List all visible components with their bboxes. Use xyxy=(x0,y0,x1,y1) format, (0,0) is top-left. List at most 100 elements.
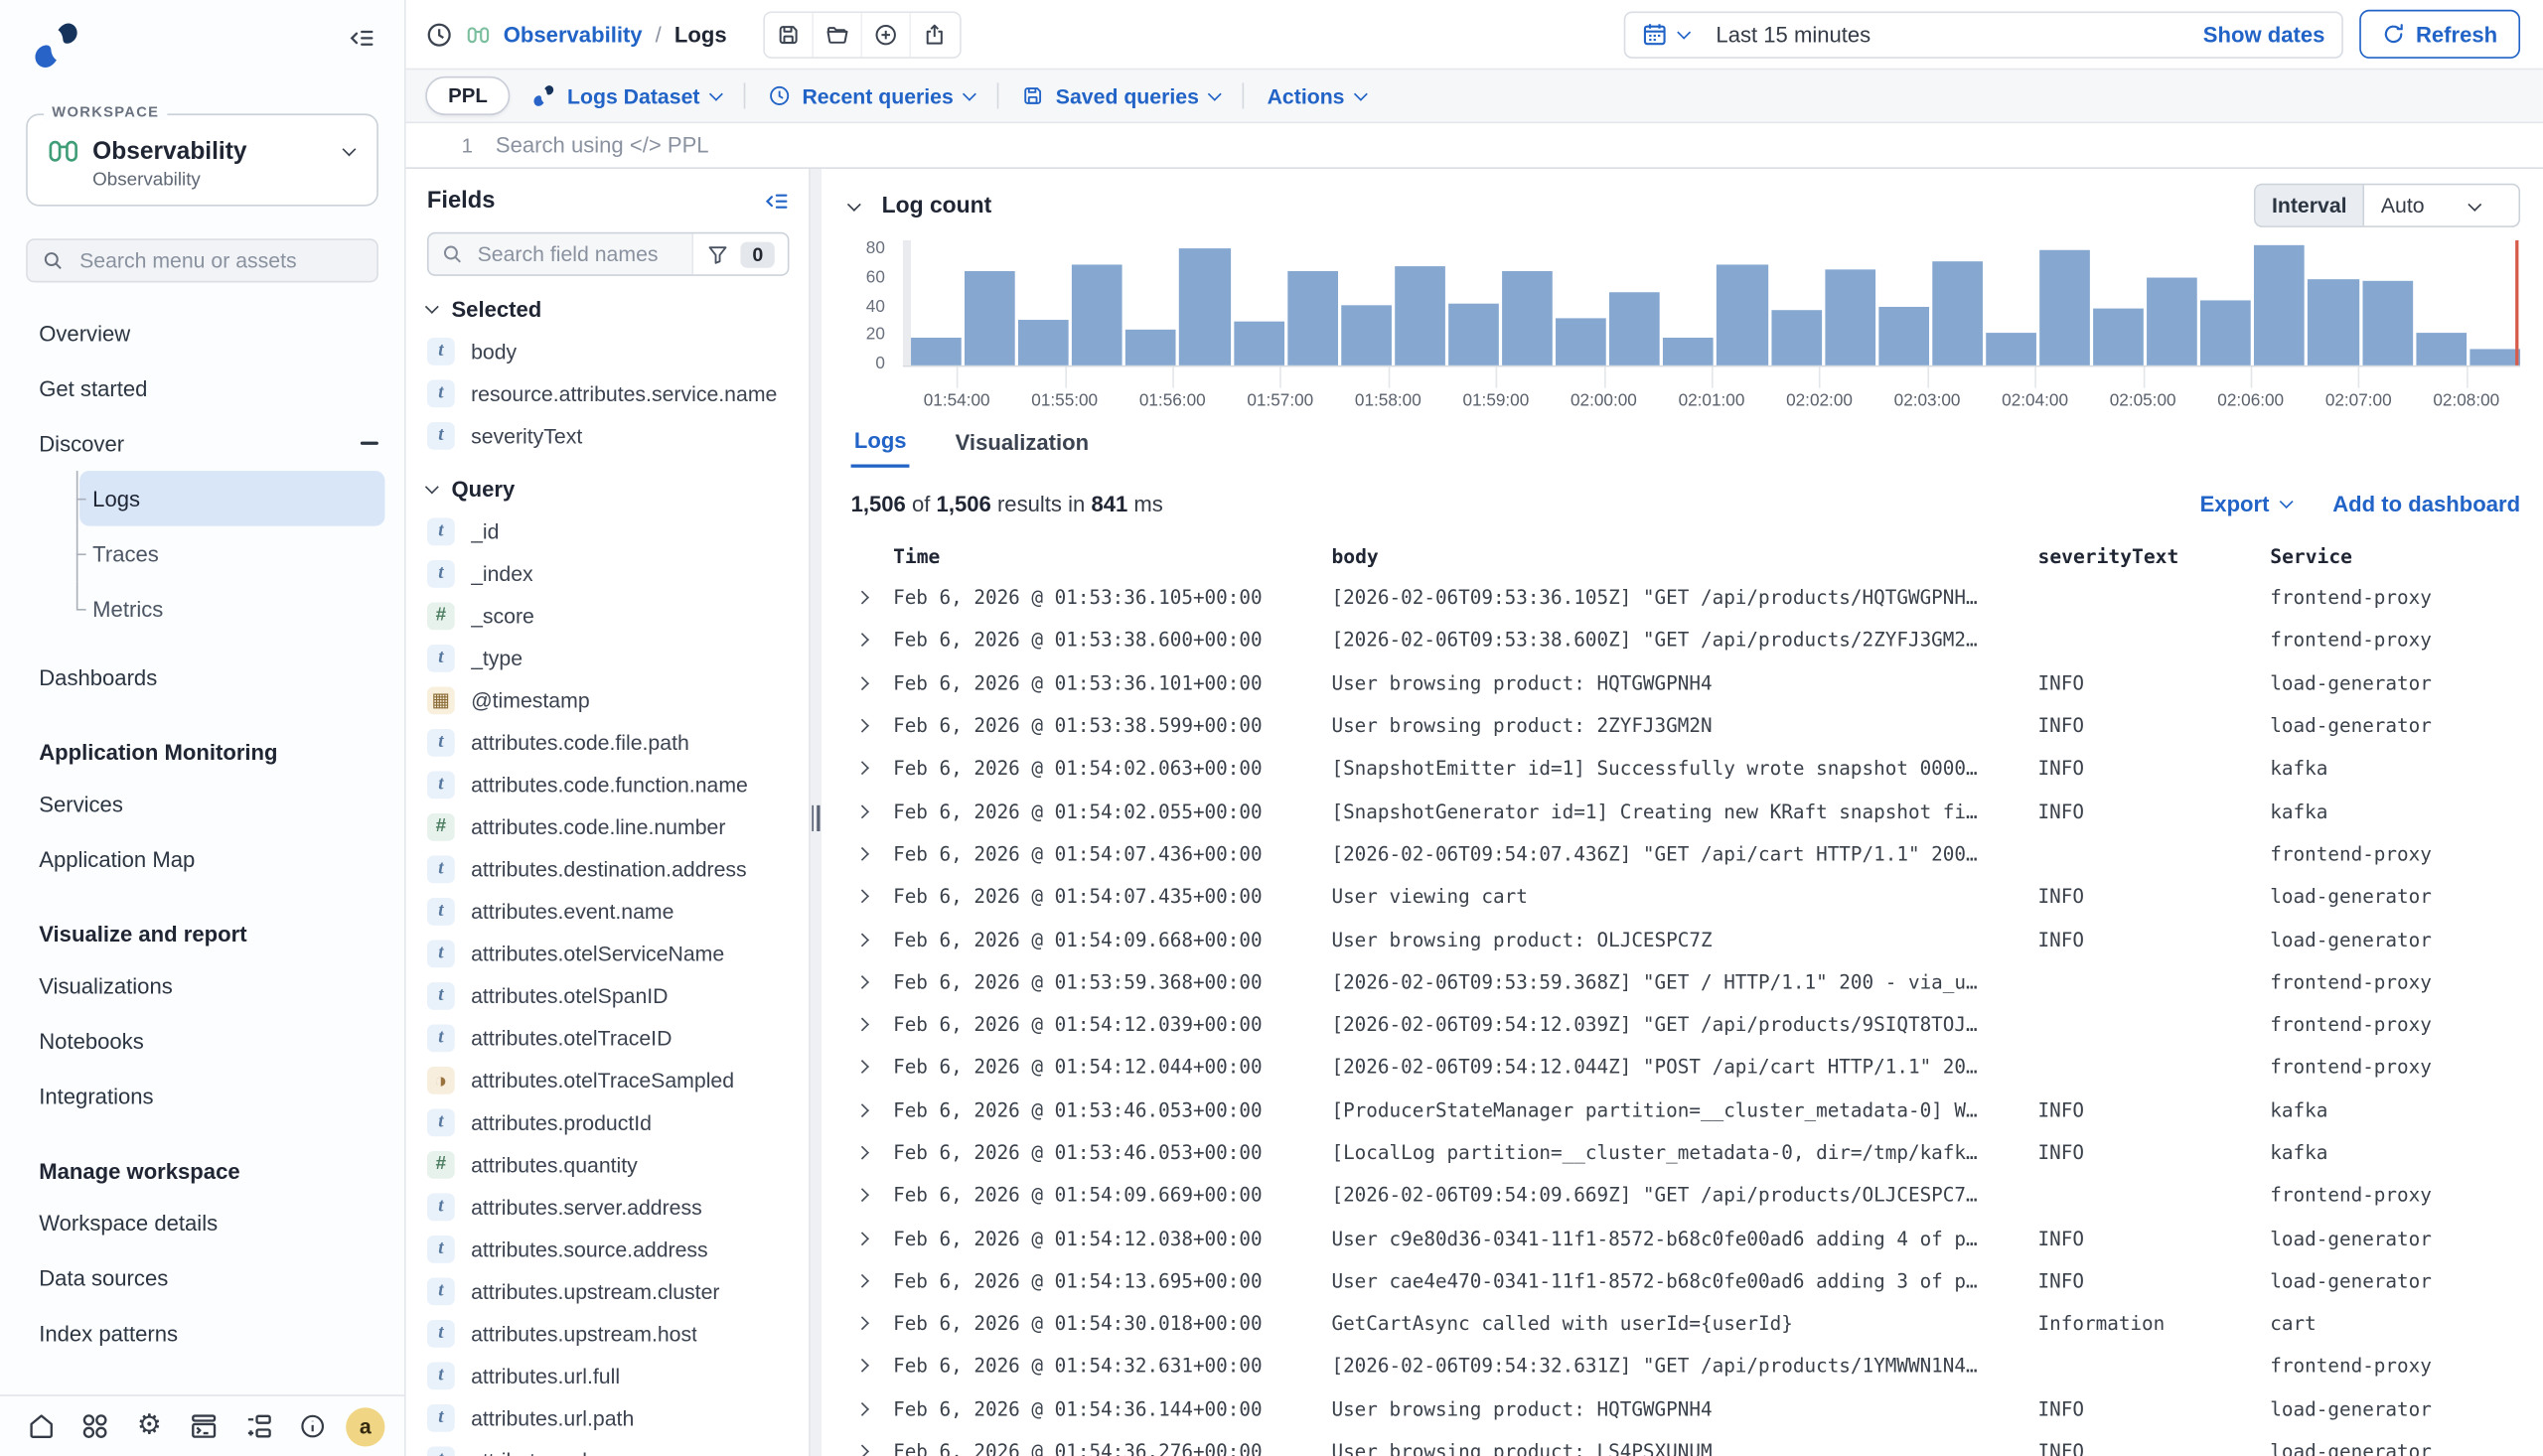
expand-row-icon[interactable] xyxy=(857,1148,880,1158)
collapse-fields-icon[interactable] xyxy=(763,189,789,215)
histogram-bar[interactable] xyxy=(1125,330,1176,365)
expand-row-icon[interactable] xyxy=(857,1447,880,1456)
refresh-button[interactable]: Refresh xyxy=(2359,10,2520,59)
sidebar-item[interactable]: Logs xyxy=(79,471,384,526)
expand-row-icon[interactable] xyxy=(857,1404,880,1414)
new-icon[interactable] xyxy=(861,12,910,56)
table-row[interactable]: Feb 6, 2026 @ 01:54:07.436+00:00 [2026-0… xyxy=(839,832,2543,875)
menu-search-box[interactable] xyxy=(26,238,378,282)
date-picker[interactable]: Last 15 minutes Show dates xyxy=(1623,11,2342,58)
field-item[interactable]: t _index xyxy=(406,552,822,595)
column-header-service[interactable]: Service xyxy=(2270,545,2543,568)
field-item[interactable]: t _type xyxy=(406,637,822,679)
table-row[interactable]: Feb 6, 2026 @ 01:54:07.435+00:00 User vi… xyxy=(839,875,2543,918)
collapse-nav-icon[interactable] xyxy=(348,25,375,53)
histogram-bar[interactable] xyxy=(1234,321,1284,364)
query-language-button[interactable]: PPL xyxy=(425,76,511,115)
field-item[interactable]: t body xyxy=(406,330,822,372)
field-item[interactable]: t attributes.url.full xyxy=(406,1354,822,1396)
ppl-query-input[interactable] xyxy=(493,131,2543,159)
field-item[interactable]: t attributes.url.query xyxy=(406,1438,822,1456)
field-item[interactable]: t attributes.upstream.host xyxy=(406,1312,822,1355)
expand-row-icon[interactable] xyxy=(857,892,880,902)
histogram-bar[interactable] xyxy=(2093,309,2144,365)
table-row[interactable]: Feb 6, 2026 @ 01:54:02.055+00:00 [Snapsh… xyxy=(839,790,2543,832)
panel-resize-handle[interactable] xyxy=(809,805,822,831)
histogram-bar[interactable] xyxy=(965,271,1015,364)
expand-row-icon[interactable] xyxy=(857,849,880,859)
time-range-value[interactable]: Last 15 minutes xyxy=(1716,22,1870,47)
histogram-bar[interactable] xyxy=(1771,310,1822,365)
field-item[interactable]: t resource.attributes.service.name xyxy=(406,371,822,414)
histogram-bar[interactable] xyxy=(1932,261,1983,364)
histogram-bar[interactable] xyxy=(2200,300,2251,365)
expand-row-icon[interactable] xyxy=(857,1234,880,1243)
histogram-bar[interactable] xyxy=(1825,270,1875,365)
expand-row-icon[interactable] xyxy=(857,806,880,816)
table-row[interactable]: Feb 6, 2026 @ 01:53:59.368+00:00 [2026-0… xyxy=(839,960,2543,1003)
sidebar-item[interactable]: Get started xyxy=(0,361,404,416)
sidebar-item[interactable]: Workspace details xyxy=(0,1195,404,1250)
field-search-input[interactable] xyxy=(474,240,678,268)
menu-search-input[interactable] xyxy=(76,246,363,274)
histogram-bar[interactable] xyxy=(1180,249,1231,365)
table-row[interactable]: Feb 6, 2026 @ 01:53:38.599+00:00 User br… xyxy=(839,704,2543,747)
field-item[interactable]: # _score xyxy=(406,594,822,637)
expand-row-icon[interactable] xyxy=(857,678,880,688)
filter-funnel-icon[interactable] xyxy=(707,242,730,265)
histogram-bar[interactable] xyxy=(2309,279,2359,365)
field-item[interactable]: t _id xyxy=(406,510,822,552)
sidebar-item[interactable]: Metrics xyxy=(79,581,384,637)
field-item[interactable]: t attributes.code.file.path xyxy=(406,721,822,764)
expand-row-icon[interactable] xyxy=(857,764,880,774)
sidebar-item[interactable]: Application Map xyxy=(0,831,404,887)
histogram-bar[interactable] xyxy=(1609,291,1660,364)
add-to-dashboard-button[interactable]: Add to dashboard xyxy=(2332,492,2520,516)
expand-row-icon[interactable] xyxy=(857,1276,880,1286)
calendar-icon[interactable] xyxy=(1641,21,1667,47)
histogram-bar[interactable] xyxy=(1287,271,1338,364)
field-search-box[interactable] xyxy=(429,233,692,274)
add-data-icon[interactable] xyxy=(237,1405,280,1448)
field-item[interactable]: t attributes.destination.address xyxy=(406,847,822,890)
expand-row-icon[interactable] xyxy=(857,593,880,603)
histogram-bar[interactable] xyxy=(1072,264,1122,365)
breadcrumb-workspace-link[interactable]: Observability xyxy=(504,22,643,47)
histogram-bar[interactable] xyxy=(2255,244,2306,365)
histogram-bar[interactable] xyxy=(1663,337,1714,365)
table-row[interactable]: Feb 6, 2026 @ 01:54:12.038+00:00 User c9… xyxy=(839,1217,2543,1259)
table-row[interactable]: Feb 6, 2026 @ 01:54:09.669+00:00 [2026-0… xyxy=(839,1174,2543,1217)
table-row[interactable]: Feb 6, 2026 @ 01:54:36.276+00:00 User br… xyxy=(839,1430,2543,1456)
expand-row-icon[interactable] xyxy=(857,1319,880,1329)
actions-button[interactable]: Actions xyxy=(1268,83,1366,108)
field-group-header[interactable]: Query xyxy=(406,468,822,510)
table-row[interactable]: Feb 6, 2026 @ 01:53:36.101+00:00 User br… xyxy=(839,661,2543,704)
expand-row-icon[interactable] xyxy=(857,721,880,731)
table-row[interactable]: Feb 6, 2026 @ 01:54:36.144+00:00 User br… xyxy=(839,1387,2543,1430)
table-row[interactable]: Feb 6, 2026 @ 01:54:09.668+00:00 User br… xyxy=(839,918,2543,960)
collapse-chart-icon[interactable] xyxy=(847,198,861,212)
field-item[interactable]: t attributes.url.path xyxy=(406,1396,822,1439)
sidebar-item[interactable]: Overview xyxy=(0,305,404,361)
field-item[interactable]: ▦ @timestamp xyxy=(406,678,822,721)
histogram-bar[interactable] xyxy=(1018,320,1069,365)
share-icon[interactable] xyxy=(910,12,959,56)
table-row[interactable]: Feb 6, 2026 @ 01:54:02.063+00:00 [Snapsh… xyxy=(839,747,2543,790)
tab-visualization[interactable]: Visualization xyxy=(952,422,1092,468)
collapse-section-icon[interactable] xyxy=(361,442,378,445)
recent-history-icon[interactable] xyxy=(425,20,453,48)
expand-row-icon[interactable] xyxy=(857,1105,880,1115)
table-row[interactable]: Feb 6, 2026 @ 01:53:36.105+00:00 [2026-0… xyxy=(839,576,2543,619)
expand-row-icon[interactable] xyxy=(857,1020,880,1030)
histogram-bar[interactable] xyxy=(1502,271,1553,364)
column-header-body[interactable]: body xyxy=(1331,545,2037,568)
field-item[interactable]: t attributes.productId xyxy=(406,1100,822,1143)
recent-queries-button[interactable]: Recent queries xyxy=(768,83,974,108)
table-row[interactable]: Feb 6, 2026 @ 01:54:30.018+00:00 GetCart… xyxy=(839,1302,2543,1345)
expand-row-icon[interactable] xyxy=(857,636,880,646)
table-row[interactable]: Feb 6, 2026 @ 01:53:38.600+00:00 [2026-0… xyxy=(839,619,2543,661)
histogram-bar[interactable] xyxy=(2147,277,2197,365)
dataset-selector[interactable]: Logs Dataset xyxy=(533,83,721,108)
expand-row-icon[interactable] xyxy=(857,1362,880,1372)
histogram-bar[interactable] xyxy=(1986,333,2036,365)
